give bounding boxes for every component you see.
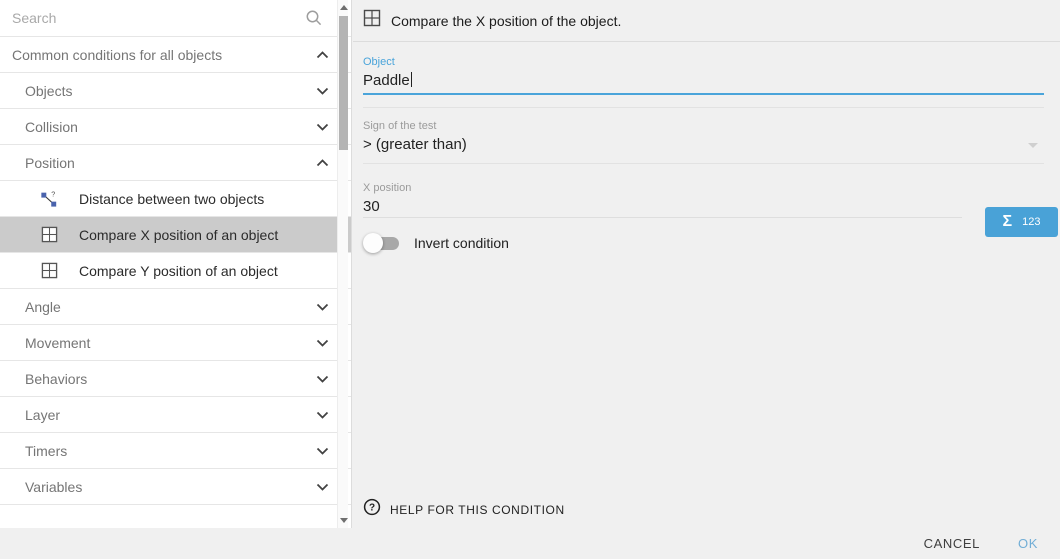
sidebar-scrollbar[interactable]: [337, 0, 348, 528]
category-label: Objects: [25, 83, 72, 99]
category-label: Position: [25, 155, 75, 171]
sidebar-item-compare-y-position-of-an-object[interactable]: Compare Y position of an object: [0, 253, 351, 289]
sigma-icon: Σ: [1003, 213, 1013, 231]
sidebar-item-position[interactable]: Position: [0, 145, 351, 181]
object-field-underline: [363, 93, 1044, 95]
chevron-up-icon: [316, 51, 329, 59]
sidebar-item-compare-x-position-of-an-object[interactable]: Compare X position of an object: [0, 217, 351, 253]
chevron-down-icon: [316, 303, 329, 311]
search-input[interactable]: [12, 10, 305, 26]
category-label: Layer: [25, 407, 60, 423]
chevron-down-icon: [316, 339, 329, 347]
sidebar-item-collision[interactable]: Collision: [0, 109, 351, 145]
search-icon: [305, 9, 323, 27]
grid-square-icon: [40, 226, 58, 244]
invert-condition-row: Invert condition: [363, 233, 1044, 253]
sidebar-item-timers[interactable]: Timers: [0, 433, 351, 469]
sidebar-item-angle[interactable]: Angle: [0, 289, 351, 325]
svg-text:?: ?: [51, 190, 55, 199]
section-divider: [363, 163, 1044, 164]
condition-label: Distance between two objects: [79, 191, 264, 207]
section-divider: [363, 107, 1044, 108]
grid-square-icon: [40, 262, 58, 280]
cancel-button[interactable]: CANCEL: [924, 536, 980, 551]
sidebar-item-common-conditions-for-all-objects[interactable]: Common conditions for all objects: [0, 37, 351, 73]
chevron-down-icon: [316, 483, 329, 491]
parameter-fields: Object Paddle Sign of the test > (greate…: [353, 56, 1060, 253]
sidebar-item-behaviors[interactable]: Behaviors: [0, 361, 351, 397]
category-label: Variables: [25, 479, 82, 495]
sidebar-item-objects[interactable]: Objects: [0, 73, 351, 109]
chevron-down-icon: [316, 411, 329, 419]
conditions-sidebar: Common conditions for all objects Objects…: [0, 0, 352, 528]
object-field-input[interactable]: Paddle: [363, 72, 1044, 90]
category-label: Angle: [25, 299, 61, 315]
help-link-label: HELP FOR THIS CONDITION: [390, 503, 565, 517]
scroll-down-icon[interactable]: [340, 518, 348, 523]
category-label: Collision: [25, 119, 78, 135]
chevron-up-icon: [316, 159, 329, 167]
sign-select[interactable]: > (greater than): [363, 136, 1044, 154]
sidebar-item-layer[interactable]: Layer: [0, 397, 351, 433]
condition-label: Compare Y position of an object: [79, 263, 278, 279]
help-link[interactable]: ? HELP FOR THIS CONDITION: [363, 498, 565, 521]
sidebar-item-variables[interactable]: Variables: [0, 469, 351, 505]
search-row: [0, 0, 351, 37]
object-field-label: Object: [363, 56, 1044, 68]
category-label: Timers: [25, 443, 67, 459]
grid-square-icon: [363, 9, 381, 32]
toggle-knob: [363, 233, 383, 253]
dialog-footer: CANCEL OK: [0, 528, 1060, 559]
scroll-up-icon[interactable]: [340, 5, 348, 10]
distance-icon: ?: [40, 190, 58, 208]
chevron-down-icon: [1028, 143, 1038, 148]
sidebar-item-distance-between-two-objects[interactable]: ? Distance between two objects: [0, 181, 351, 217]
x-position-section: X position 30 Σ 123: [363, 182, 1044, 218]
object-field-value: Paddle: [363, 72, 410, 89]
svg-text:?: ?: [369, 503, 375, 514]
sidebar-list: Common conditions for all objects Objects…: [0, 37, 351, 505]
chevron-down-icon: [316, 87, 329, 95]
sign-field-label: Sign of the test: [363, 120, 1044, 132]
help-question-icon: ?: [363, 498, 381, 521]
condition-label: Compare X position of an object: [79, 227, 278, 243]
chevron-down-icon: [316, 123, 329, 131]
invert-condition-toggle[interactable]: [363, 233, 401, 253]
x-position-input[interactable]: 30: [363, 198, 1044, 216]
invert-condition-label: Invert condition: [414, 235, 509, 251]
condition-settings-panel: Compare the X position of the object. Ob…: [353, 0, 1060, 528]
expression-editor-button[interactable]: Σ 123: [985, 207, 1058, 237]
sidebar-item-movement[interactable]: Movement: [0, 325, 351, 361]
category-label: Behaviors: [25, 371, 87, 387]
text-caret: [411, 72, 412, 87]
chevron-down-icon: [316, 447, 329, 455]
panel-header: Compare the X position of the object.: [353, 0, 1060, 42]
x-position-underline: [363, 217, 962, 218]
ok-button[interactable]: OK: [1018, 536, 1038, 551]
numbers-icon: 123: [1022, 216, 1040, 228]
x-position-field-label: X position: [363, 182, 1044, 194]
scrollbar-thumb[interactable]: [339, 16, 348, 150]
sign-select-value: > (greater than): [363, 136, 467, 153]
category-label: Common conditions for all objects: [12, 47, 222, 63]
condition-editor-dialog: Common conditions for all objects Objects…: [0, 0, 1060, 559]
panel-title: Compare the X position of the object.: [391, 13, 621, 29]
category-label: Movement: [25, 335, 90, 351]
chevron-down-icon: [316, 375, 329, 383]
